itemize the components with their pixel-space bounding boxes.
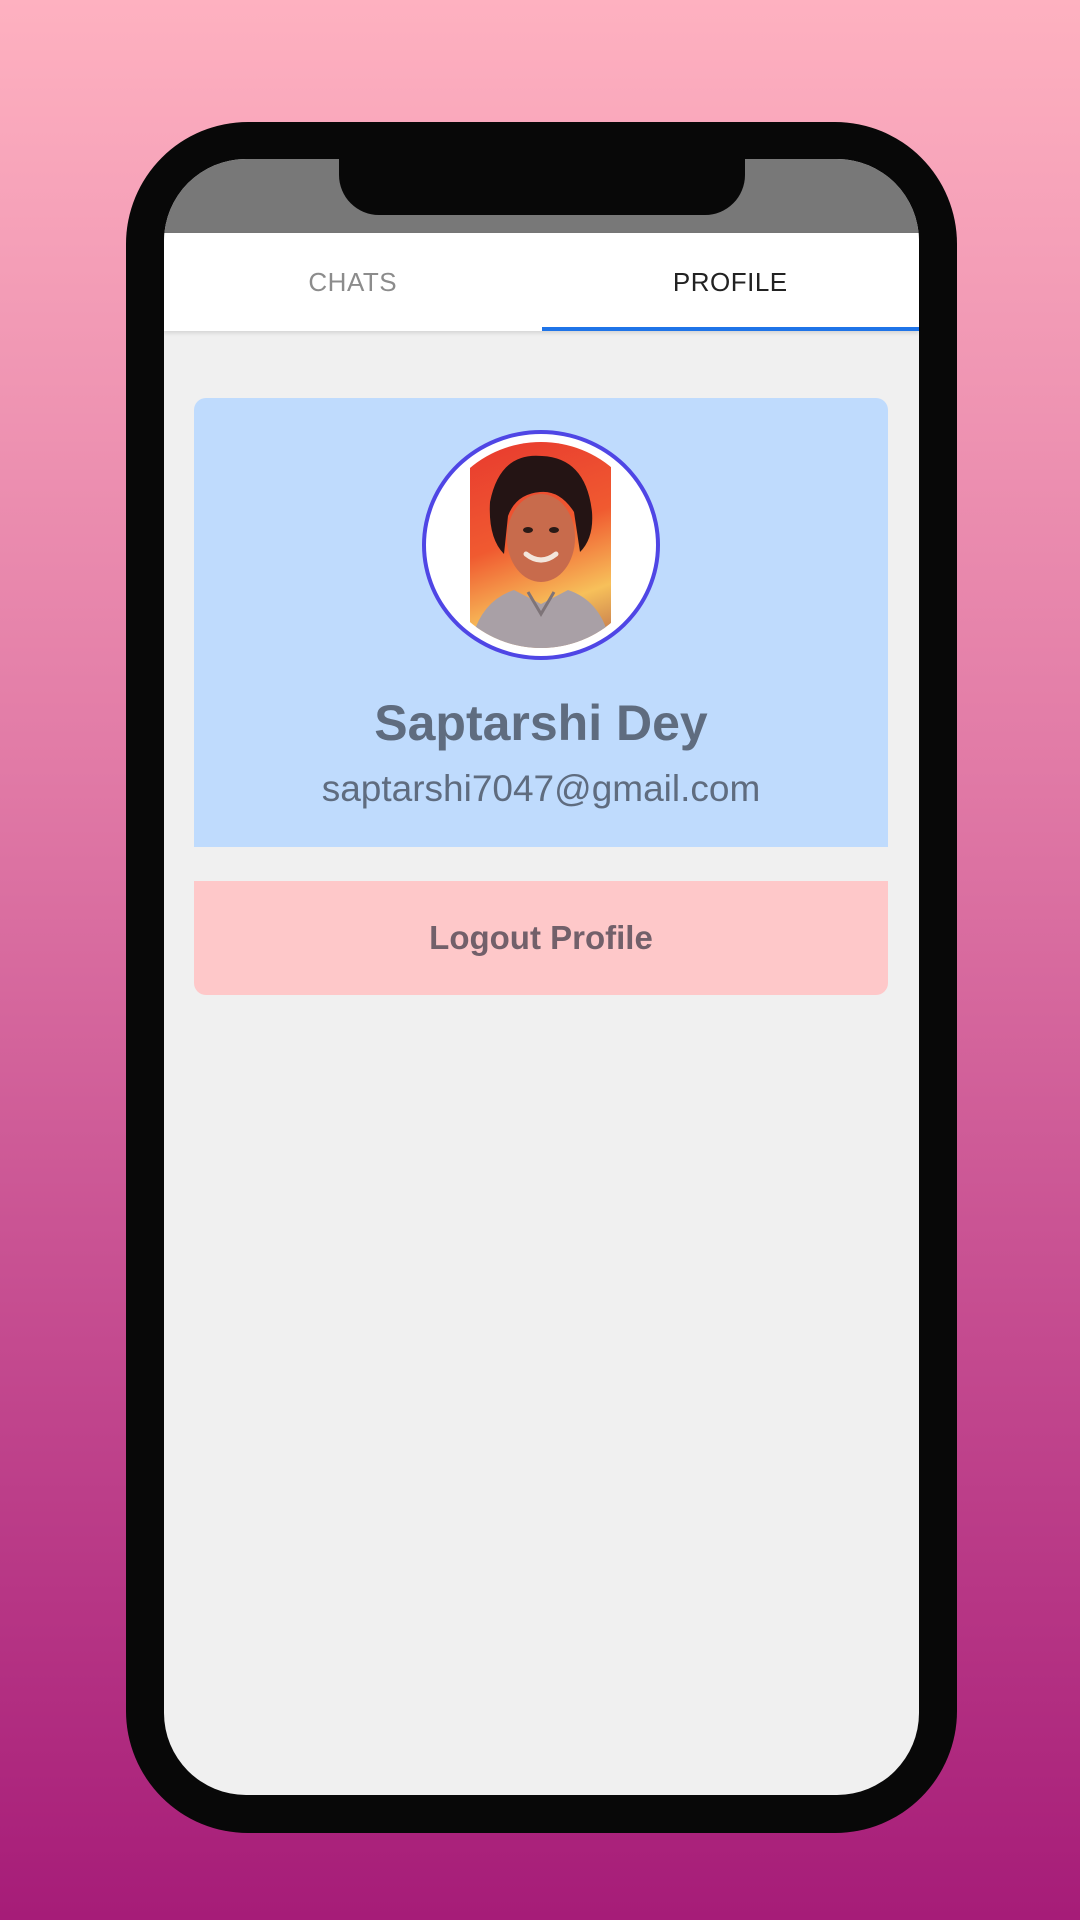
avatar-image [434,442,648,648]
profile-name: Saptarshi Dey [374,695,708,751]
app-screen: CHATS PROFILE Saptarshi Dey saptarshi704… [164,159,919,1795]
person-silhouette-icon [470,455,611,648]
device-notch [339,159,745,215]
tab-profile-label: PROFILE [672,266,788,297]
logout-button[interactable]: Logout Profile [194,881,888,995]
tab-chats-label: CHATS [308,266,398,297]
avatar [422,430,660,660]
tab-chats[interactable]: CHATS [164,233,542,331]
tab-bar: CHATS PROFILE [164,233,919,331]
profile-email: saptarshi7047@gmail.com [321,768,761,809]
profile-photo [470,442,611,648]
profile-card: Saptarshi Dey saptarshi7047@gmail.com [194,398,888,847]
tab-profile[interactable]: PROFILE [541,233,919,331]
status-bar [164,159,919,233]
active-tab-indicator [541,327,919,331]
logout-button-label: Logout Profile [429,919,653,956]
